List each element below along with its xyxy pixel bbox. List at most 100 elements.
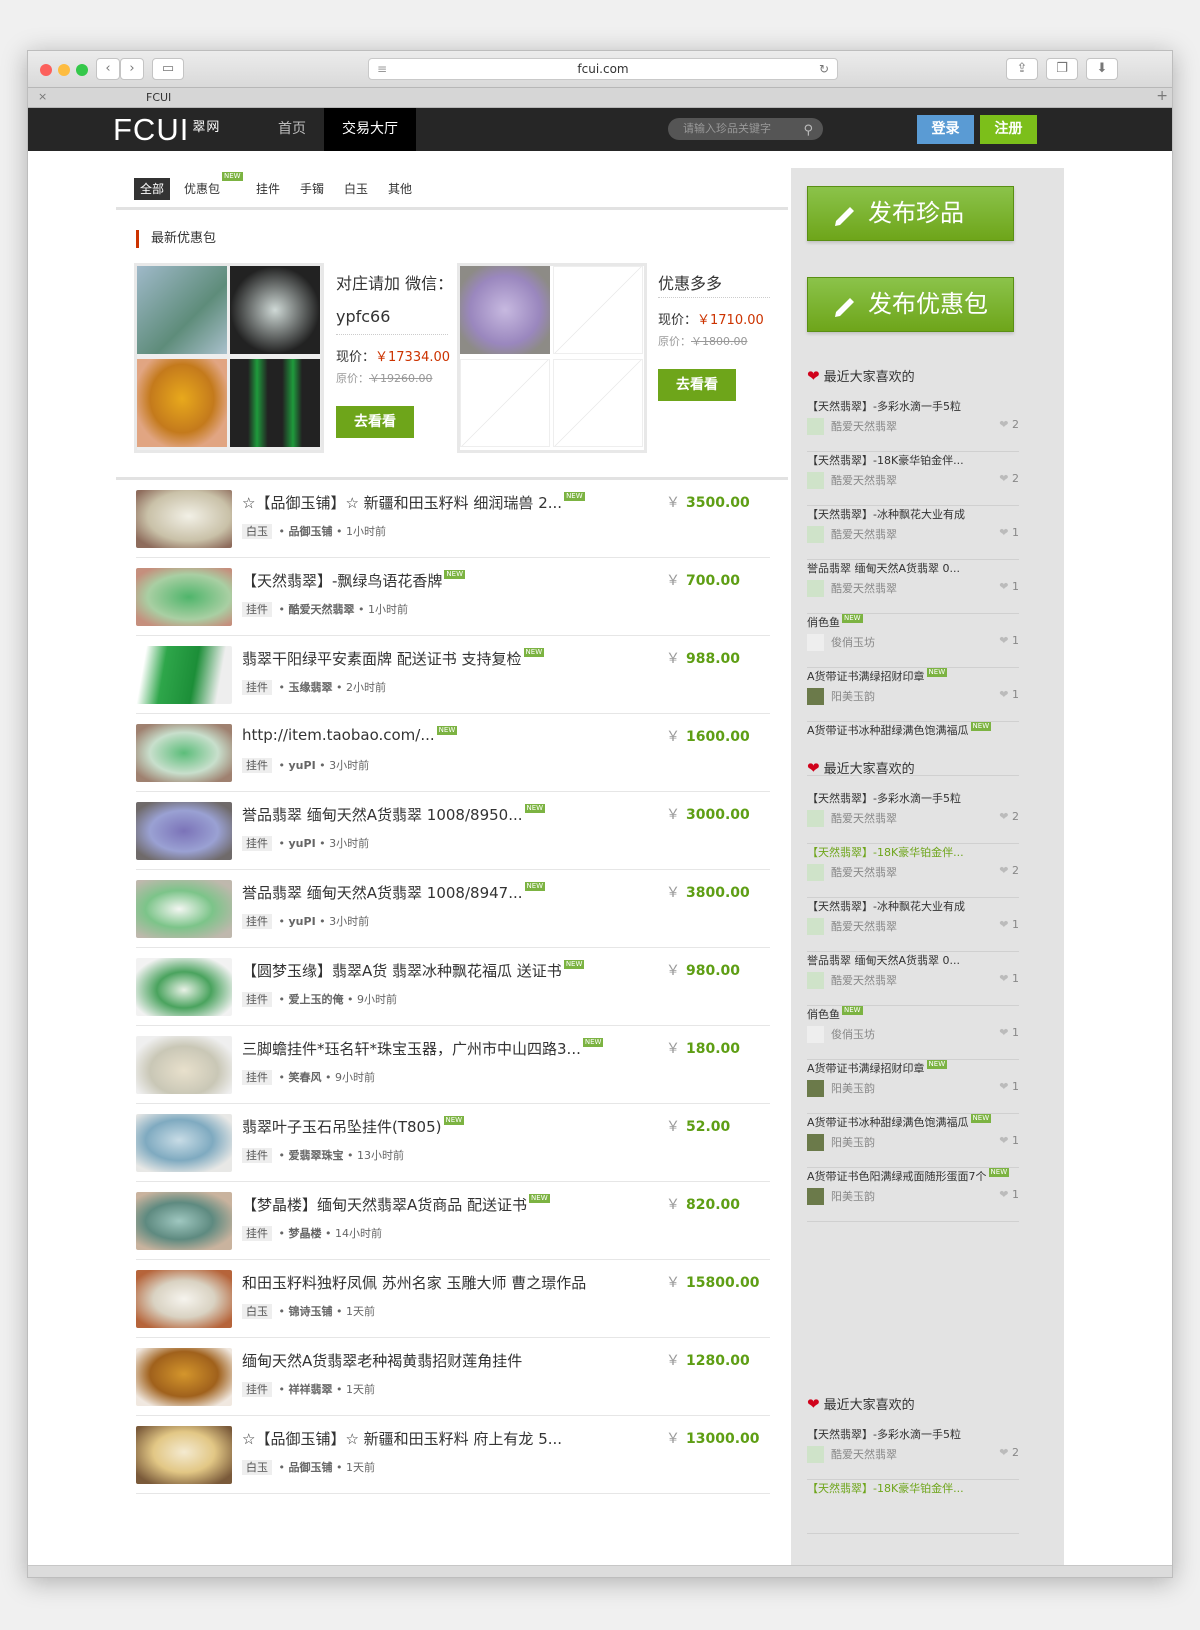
likes[interactable]: ❤ 2 (999, 810, 1019, 823)
product-title[interactable]: 【圆梦玉缘】翡翠A货 翡翠冰种飘花福瓜 送证书 NEW (242, 960, 585, 981)
sidebar-toggle-icon[interactable]: ▭ (152, 58, 184, 80)
product-thumbnail[interactable] (136, 1348, 232, 1406)
product-thumbnail[interactable] (136, 1426, 232, 1484)
popular-item-user[interactable]: 酷爱天然翡翠 (831, 580, 897, 596)
category-tag[interactable]: 挂件 (242, 914, 272, 929)
filter-pendants[interactable]: 挂件 (250, 178, 286, 200)
popular-item-title[interactable]: A货带证书色阳满绿戒面随形蛋面7个 NEW (807, 1168, 1010, 1184)
product-thumbnail[interactable] (136, 724, 232, 782)
popular-item[interactable]: A货带证书冰种甜绿满色饱满福瓜 NEW 阳美玉韵 ❤ 1 (807, 1114, 1019, 1168)
product-title[interactable]: 【天然翡翠】-飘绿鸟语花香牌 NEW (242, 570, 466, 591)
product-thumbnail[interactable] (136, 1036, 232, 1094)
popular-item[interactable]: 誉品翡翠 缅甸天然A货翡翠 0... 酷爱天然翡翠 ❤ 1 (807, 560, 1019, 614)
category-tag[interactable]: 挂件 (242, 758, 272, 773)
product-row[interactable]: 誉品翡翠 缅甸天然A货翡翠 1008/8950... NEW 挂件 • yuPI •… (136, 792, 770, 870)
popular-item-user[interactable]: 酷爱天然翡翠 (831, 418, 897, 434)
popular-item-user[interactable]: 俊俏玉坊 (831, 634, 875, 650)
popular-item[interactable]: 【天然翡翠】-多彩水滴一手5粒 酷爱天然翡翠 ❤ 2 (807, 398, 1019, 452)
seller-name[interactable]: 品御玉铺 (289, 1461, 333, 1474)
close-window-icon[interactable] (40, 64, 52, 76)
popular-item-user[interactable]: 阳美玉韵 (831, 688, 875, 704)
minimize-window-icon[interactable] (58, 64, 70, 76)
package-2-view-button[interactable]: 去看看 (658, 369, 736, 401)
seller-name[interactable]: 梦晶楼 (289, 1227, 322, 1240)
login-button[interactable]: 登录 (917, 115, 974, 144)
popular-item[interactable]: 【天然翡翠】-18K豪华铂金伴... (807, 1480, 1019, 1534)
filter-bracelets[interactable]: 手镯 (294, 178, 330, 200)
likes[interactable]: ❤ 1 (999, 580, 1019, 593)
popular-item[interactable]: A货带证书满绿招财印章 NEW 阳美玉韵 ❤ 1 (807, 1060, 1019, 1114)
seller-name[interactable]: yuPI (289, 759, 316, 772)
seller-name[interactable]: 笑春风 (289, 1071, 322, 1084)
avatar[interactable] (807, 418, 824, 435)
product-title[interactable]: ☆【品御玉铺】☆ 新疆和田玉籽料 府上有龙 5... (242, 1428, 562, 1449)
likes[interactable]: ❤ 1 (999, 1134, 1019, 1147)
seller-name[interactable]: 爱上玉的俺 (289, 993, 344, 1006)
avatar[interactable] (807, 918, 824, 935)
popular-item-title[interactable]: A货带证书满绿招财印章 NEW (807, 668, 948, 684)
likes[interactable]: ❤ 1 (999, 972, 1019, 985)
product-row[interactable]: 【梦晶楼】缅甸天然翡翠A货商品 配送证书 NEW 挂件 • 梦晶楼 • 14小时前 ￥… (136, 1182, 770, 1260)
category-tag[interactable]: 挂件 (242, 602, 272, 617)
forward-icon[interactable]: › (120, 58, 144, 80)
popular-item-title[interactable]: 【天然翡翠】-18K豪华铂金伴... (807, 844, 964, 860)
popular-item[interactable]: 俏色鱼 NEW 俊俏玉坊 ❤ 1 (807, 1006, 1019, 1060)
back-icon[interactable]: ‹ (96, 58, 120, 80)
product-row[interactable]: ☆【品御玉铺】☆ 新疆和田玉籽料 府上有龙 5... 白玉 • 品御玉铺 • 1天… (136, 1416, 770, 1494)
avatar[interactable] (807, 864, 824, 881)
tab-title[interactable]: FCUI (146, 91, 171, 104)
close-tab-icon[interactable]: × (38, 90, 47, 103)
search-input[interactable]: 请输入珍品关键字 ⚲ (668, 118, 823, 140)
horizontal-scrollbar[interactable] (28, 1565, 1172, 1577)
popular-item-user[interactable]: 阳美玉韵 (831, 1080, 875, 1096)
category-tag[interactable]: 挂件 (242, 680, 272, 695)
avatar[interactable] (807, 1080, 824, 1097)
product-title[interactable]: 翡翠干阳绿平安素面牌 配送证书 支持复检 NEW (242, 648, 545, 669)
avatar[interactable] (807, 1134, 824, 1151)
new-tab-icon[interactable]: + (1156, 88, 1168, 104)
popular-item-user[interactable]: 酷爱天然翡翠 (831, 526, 897, 542)
seller-name[interactable]: yuPI (289, 837, 316, 850)
site-logo[interactable]: FCUI 翠网 (113, 112, 220, 148)
avatar[interactable] (807, 972, 824, 989)
popular-item-title[interactable]: A货带证书冰种甜绿满色饱满福瓜 NEW (807, 722, 992, 738)
avatar[interactable] (807, 1188, 824, 1205)
popular-item-title[interactable]: 俏色鱼 NEW (807, 1006, 863, 1022)
popular-item[interactable]: 【天然翡翠】-冰种飘花大业有成 酷爱天然翡翠 ❤ 1 (807, 898, 1019, 952)
popular-item-title[interactable]: 【天然翡翠】-18K豪华铂金伴... (807, 452, 964, 468)
product-thumbnail[interactable] (136, 880, 232, 938)
popular-item-title[interactable]: 誉品翡翠 缅甸天然A货翡翠 0... (807, 952, 960, 968)
zoom-window-icon[interactable] (76, 64, 88, 76)
product-row[interactable]: 誉品翡翠 缅甸天然A货翡翠 1008/8947... NEW 挂件 • yuPI •… (136, 870, 770, 948)
package-1-title[interactable]: 对庄请加 微信： (336, 270, 453, 294)
search-icon[interactable]: ⚲ (803, 120, 813, 142)
likes[interactable]: ❤ 1 (999, 1080, 1019, 1093)
popular-item-title[interactable]: 【天然翡翠】-冰种飘花大业有成 (807, 506, 965, 522)
seller-name[interactable]: 玉缘翡翠 (289, 681, 333, 694)
category-tag[interactable]: 白玉 (242, 524, 272, 539)
popular-item-user[interactable]: 酷爱天然翡翠 (831, 918, 897, 934)
product-thumbnail[interactable] (136, 646, 232, 704)
popular-item[interactable]: 【天然翡翠】-多彩水滴一手5粒 酷爱天然翡翠 ❤ 2 (807, 1426, 1019, 1480)
package-2-images[interactable] (457, 263, 647, 453)
likes[interactable]: ❤ 2 (999, 1446, 1019, 1459)
nav-trading-hall[interactable]: 交易大厅 (324, 108, 416, 151)
package-1-images[interactable] (134, 263, 324, 453)
popular-item-title[interactable]: 【天然翡翠】-多彩水滴一手5粒 (807, 790, 961, 806)
likes[interactable]: ❤ 1 (999, 634, 1019, 647)
popular-item-title[interactable]: 誉品翡翠 缅甸天然A货翡翠 0... (807, 560, 960, 576)
popular-item-user[interactable]: 酷爱天然翡翠 (831, 972, 897, 988)
popular-item-user[interactable]: 酷爱天然翡翠 (831, 864, 897, 880)
package-1-title-line2[interactable]: ypfc66 (336, 307, 390, 326)
seller-name[interactable]: yuPI (289, 915, 316, 928)
product-row[interactable]: 【圆梦玉缘】翡翠A货 翡翠冰种飘花福瓜 送证书 NEW 挂件 • 爱上玉的俺 • 9… (136, 948, 770, 1026)
package-1-view-button[interactable]: 去看看 (336, 406, 414, 438)
likes[interactable]: ❤ 1 (999, 526, 1019, 539)
popular-item[interactable]: 【天然翡翠】-18K豪华铂金伴... 酷爱天然翡翠 ❤ 2 (807, 844, 1019, 898)
category-tag[interactable]: 挂件 (242, 1148, 272, 1163)
category-tag[interactable]: 挂件 (242, 1226, 272, 1241)
seller-name[interactable]: 锦诗玉铺 (289, 1305, 333, 1318)
popular-item[interactable]: 【天然翡翠】-多彩水滴一手5粒 酷爱天然翡翠 ❤ 2 (807, 790, 1019, 844)
likes[interactable]: ❤ 1 (999, 688, 1019, 701)
popular-item-user[interactable]: 俊俏玉坊 (831, 1026, 875, 1042)
